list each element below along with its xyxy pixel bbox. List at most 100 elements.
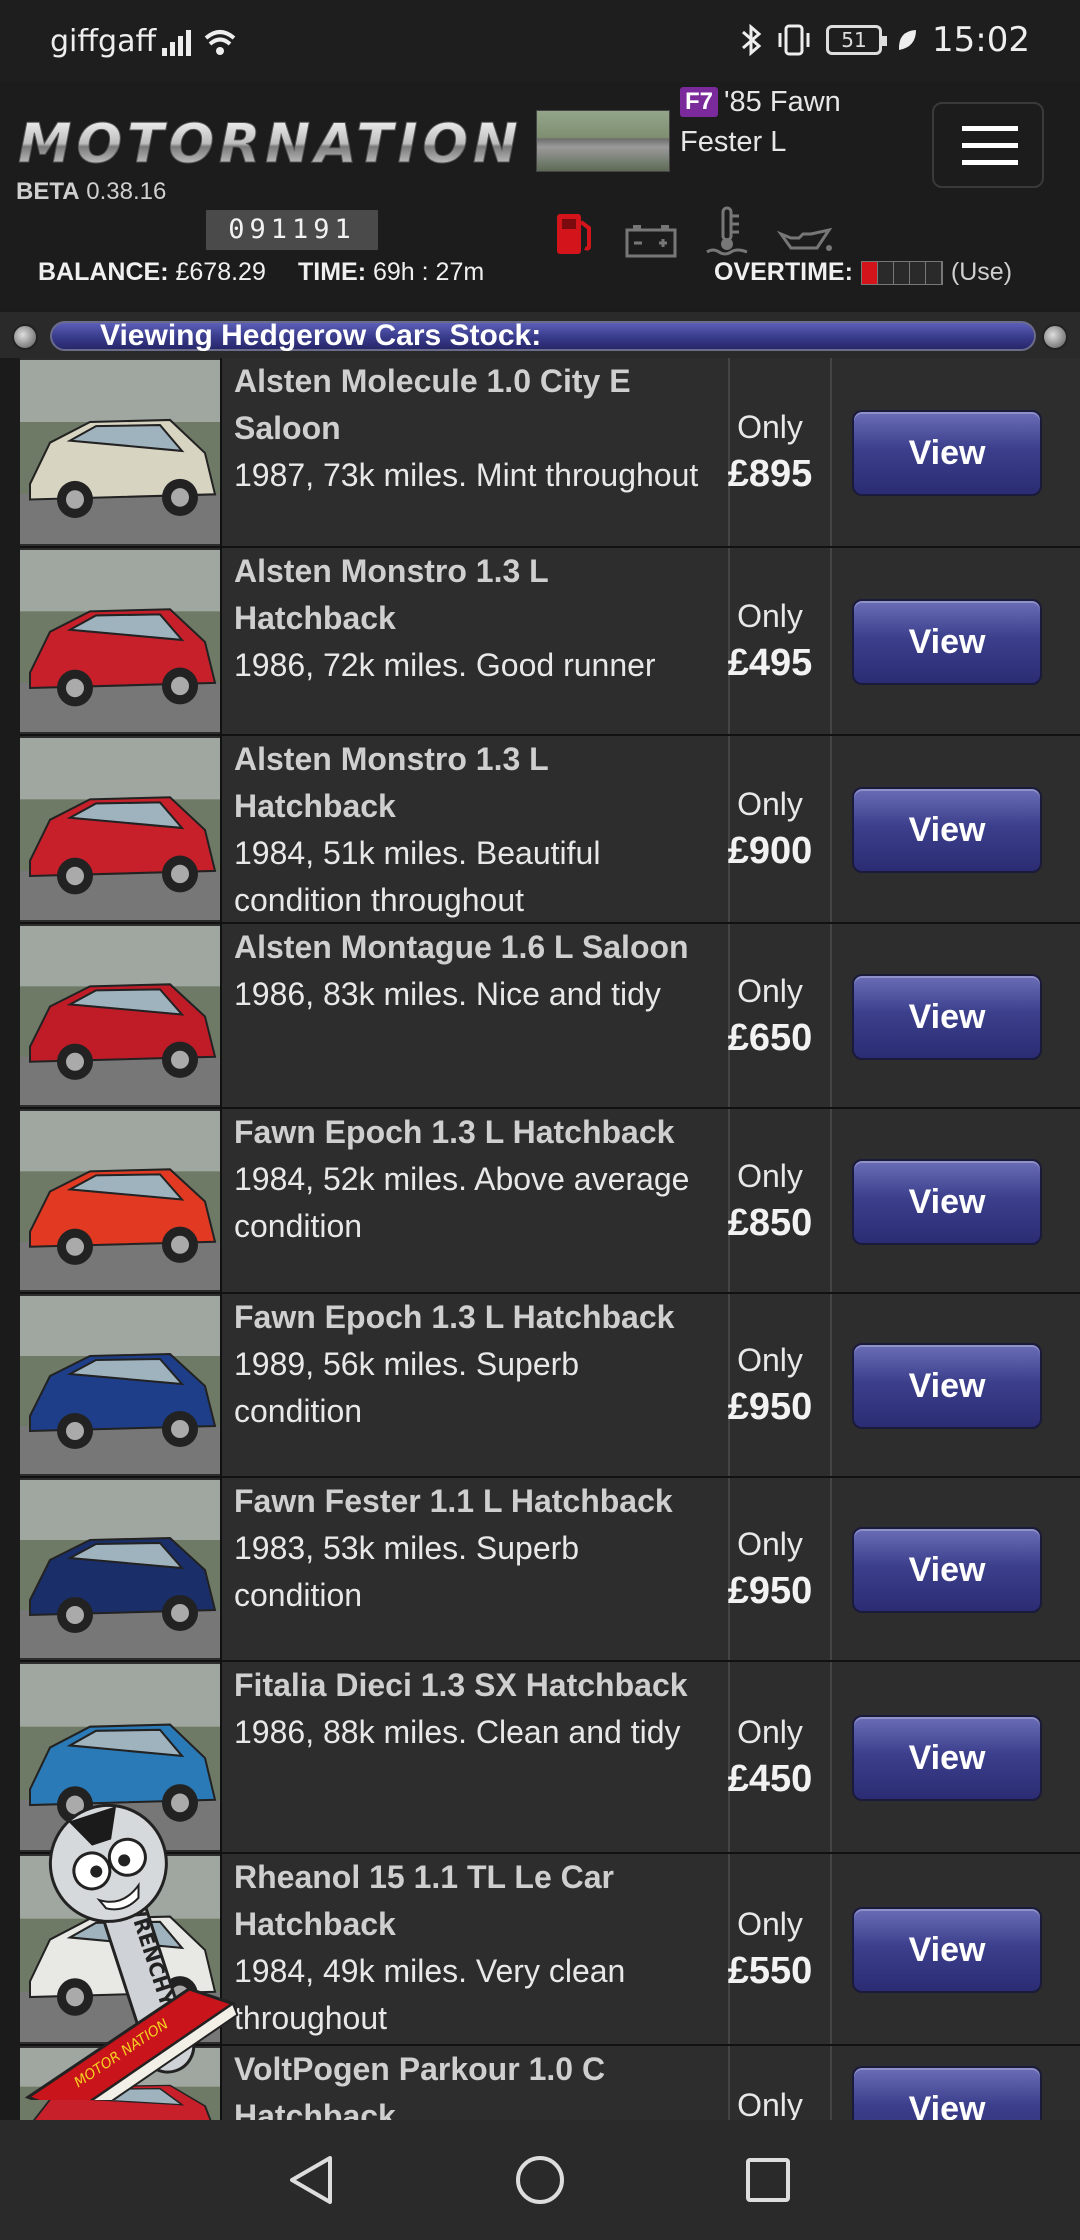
odometer: 091191 xyxy=(206,210,378,250)
car-price: Only £895 xyxy=(710,358,832,546)
car-details: 1984, 49k miles. Very clean throughout xyxy=(234,1953,626,2036)
view-car-button[interactable]: View xyxy=(852,599,1042,685)
car-price: Only £850 xyxy=(710,1109,832,1292)
price-amount: £950 xyxy=(727,1570,813,1612)
car-price: Only £900 xyxy=(710,736,832,922)
car-photo[interactable] xyxy=(20,738,220,920)
car-price: Only £650 xyxy=(710,924,832,1107)
car-name: Alsten Monstro 1.3 L Hatchback xyxy=(234,741,549,824)
car-description: Fitalia Dieci 1.3 SX Hatchback 1986, 88k … xyxy=(220,1662,730,1852)
listing-row: Alsten Molecule 1.0 City E Saloon 1987, 7… xyxy=(20,358,1080,548)
car-name: Rheanol 15 1.1 TL Le Car Hatchback xyxy=(234,1859,614,1942)
car-details: 1987, 73k miles. Mint throughout xyxy=(234,457,699,493)
car-description: Rheanol 15 1.1 TL Le Car Hatchback 1984, … xyxy=(220,1854,730,2044)
balance: BALANCE: £678.29 xyxy=(38,258,266,286)
battery-level: 51 xyxy=(826,25,888,55)
price-prefix: Only xyxy=(737,1526,803,1562)
status-bar: giffgaff 51 15:02 xyxy=(0,0,1080,82)
listing-row: Fawn Epoch 1.3 L Hatchback 1989, 56k mile… xyxy=(20,1294,1080,1478)
svg-text:MOTORNATION: MOTORNATION xyxy=(18,112,518,175)
car-photo[interactable] xyxy=(20,1480,220,1658)
section-title: Viewing Hedgerow Cars Stock: xyxy=(100,319,542,352)
car-details: 1986, 83k miles. Nice and tidy xyxy=(234,976,661,1012)
price-prefix: Only xyxy=(737,1714,803,1750)
fuel-icon xyxy=(557,214,591,254)
price-amount: £900 xyxy=(727,830,813,872)
section-header: Viewing Hedgerow Cars Stock: xyxy=(0,312,1080,358)
car-photo[interactable] xyxy=(20,1111,220,1290)
car-price: Only £450 xyxy=(710,1662,832,1852)
price-amount: £650 xyxy=(727,1016,813,1059)
car-gauges xyxy=(553,206,835,258)
car-price: Only £950 xyxy=(710,1478,832,1660)
car-name: Fawn Epoch 1.3 L Hatchback xyxy=(234,1299,675,1335)
view-car-button[interactable]: View xyxy=(852,1527,1042,1613)
price-prefix: Only xyxy=(737,1906,803,1942)
section-knob-left xyxy=(12,324,38,350)
view-car-button[interactable]: View xyxy=(852,974,1042,1060)
car-price: Only £950 xyxy=(710,1294,832,1476)
overtime-meter xyxy=(860,260,943,285)
car-photo[interactable] xyxy=(20,926,220,1105)
car-photo[interactable] xyxy=(20,1296,220,1474)
car-name: Alsten Monstro 1.3 L Hatchback xyxy=(234,553,549,636)
current-car-thumbnail[interactable] xyxy=(536,110,670,172)
view-car-button[interactable]: View xyxy=(852,410,1042,496)
current-car-label[interactable]: F7'85 Fawn Fester L xyxy=(680,82,910,162)
overtime-use-link[interactable]: (Use) xyxy=(951,258,1012,287)
view-car-button[interactable]: View xyxy=(852,787,1042,873)
price-amount: £450 xyxy=(727,1758,813,1800)
battery-icon xyxy=(625,225,677,258)
back-icon[interactable] xyxy=(286,2154,336,2206)
price-prefix: Only xyxy=(737,598,803,634)
price-amount: £550 xyxy=(727,1950,813,1992)
coolant-icon xyxy=(706,206,748,256)
listing-row: Fawn Epoch 1.3 L Hatchback 1984, 52k mile… xyxy=(20,1109,1080,1294)
price-prefix: Only xyxy=(737,1342,803,1378)
car-details: 1986, 72k miles. Good runner xyxy=(234,647,656,683)
view-car-button[interactable]: View xyxy=(852,1907,1042,1993)
player-stats: BALANCE: £678.29 TIME: 69h : 27m OVERTIM… xyxy=(0,258,1080,298)
car-description: Fawn Epoch 1.3 L Hatchback 1984, 52k mile… xyxy=(220,1109,730,1292)
android-nav-bar xyxy=(0,2120,1080,2240)
price-prefix: Only xyxy=(737,786,803,822)
price-amount: £850 xyxy=(727,1201,813,1244)
time-remaining: TIME: 69h : 27m xyxy=(298,258,485,286)
car-price: Only £550 xyxy=(710,1854,832,2044)
overtime: OVERTIME: (Use) xyxy=(714,258,1013,287)
listing-row: Alsten Monstro 1.3 L Hatchback 1984, 51k … xyxy=(20,736,1080,924)
car-description: Alsten Montague 1.6 L Saloon 1986, 83k mi… xyxy=(220,924,730,1107)
motornation-logo[interactable]: MOTORNATION xyxy=(14,112,524,176)
price-prefix: Only xyxy=(737,972,803,1009)
price-amount: £950 xyxy=(727,1386,813,1428)
car-name: Fawn Epoch 1.3 L Hatchback xyxy=(234,1114,675,1150)
car-details: 1986, 88k miles. Clean and tidy xyxy=(234,1714,681,1750)
view-car-button[interactable]: View xyxy=(852,1343,1042,1429)
car-name: Alsten Montague 1.6 L Saloon xyxy=(234,929,689,965)
car-description: Fawn Epoch 1.3 L Hatchback 1989, 56k mile… xyxy=(220,1294,730,1476)
car-name: Fawn Fester 1.1 L Hatchback xyxy=(234,1483,673,1519)
car-badge: F7 xyxy=(680,87,719,117)
car-details: 1983, 53k miles. Superb condition xyxy=(234,1530,580,1613)
listing-row: Alsten Montague 1.6 L Saloon 1986, 83k mi… xyxy=(20,924,1080,1109)
version-label: BETA 0.38.16 xyxy=(16,178,167,205)
car-price: Only £495 xyxy=(710,548,832,734)
price-prefix: Only xyxy=(737,1157,803,1194)
recents-icon[interactable] xyxy=(744,2154,792,2206)
view-car-button[interactable]: View xyxy=(852,1159,1042,1245)
clock: 15:02 xyxy=(932,20,1030,60)
game-header: MOTORNATION BETA 0.38.16 091191 F7'85 Fa… xyxy=(0,82,1080,310)
leaf-icon xyxy=(898,30,917,50)
home-icon[interactable] xyxy=(514,2154,566,2206)
signal-wifi-icon xyxy=(162,30,236,56)
car-details: 1984, 51k miles. Beautiful condition thr… xyxy=(234,835,601,918)
car-name: Alsten Molecule 1.0 City E Saloon xyxy=(234,363,631,446)
listing-row: Fawn Fester 1.1 L Hatchback 1983, 53k mil… xyxy=(20,1478,1080,1662)
car-description: Alsten Monstro 1.3 L Hatchback 1984, 51k … xyxy=(220,736,730,922)
view-car-button[interactable]: View xyxy=(852,1715,1042,1801)
hamburger-menu-button[interactable] xyxy=(932,102,1044,188)
wrenchy-mascot[interactable]: WRENCHY MOTOR NATION xyxy=(10,1780,250,2100)
price-amount: £495 xyxy=(727,642,813,684)
car-photo[interactable] xyxy=(20,550,220,732)
car-photo[interactable] xyxy=(20,360,220,544)
